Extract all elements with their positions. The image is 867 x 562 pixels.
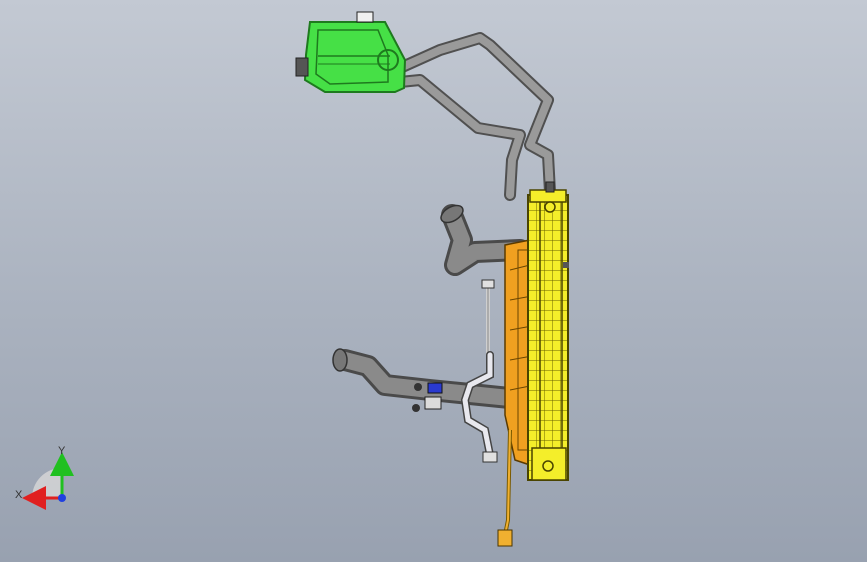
bracket-rod[interactable] <box>481 279 495 355</box>
view-triad: X Y <box>15 445 74 510</box>
expansion-tank[interactable] <box>295 11 407 93</box>
tank-sensor[interactable] <box>295 57 309 77</box>
heater-hose-fittings[interactable] <box>460 351 498 463</box>
drain-hose[interactable] <box>497 429 513 547</box>
x-axis-label: X <box>15 489 23 501</box>
y-axis-label: Y <box>58 445 66 457</box>
model-assembly[interactable] <box>0 0 867 562</box>
radiator[interactable] <box>527 181 569 481</box>
lower-coolant-pipe[interactable] <box>394 74 526 201</box>
lower-hose[interactable] <box>332 348 521 409</box>
radiator-filler-neck[interactable] <box>545 181 555 193</box>
tank-cap[interactable] <box>356 11 374 23</box>
z-axis-dot <box>58 494 66 502</box>
upper-coolant-pipe[interactable] <box>394 32 556 198</box>
radiator-mount <box>563 262 569 268</box>
graphics-viewport[interactable]: X Y <box>0 0 867 562</box>
triad-plane <box>32 468 62 498</box>
